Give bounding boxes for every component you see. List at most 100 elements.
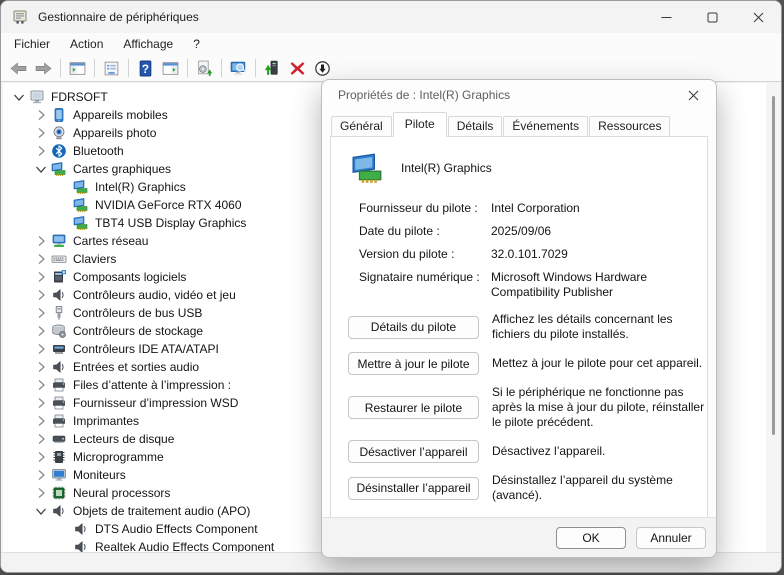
tree-item-label: Appareils photo	[73, 126, 156, 140]
back-arrow-icon	[10, 60, 27, 77]
toolbar-properties-button[interactable]	[99, 57, 124, 80]
toolbar-search-computer-button[interactable]	[226, 57, 251, 80]
update-driver-button[interactable]: Mettre à jour le pilote	[348, 352, 479, 375]
minimize-icon	[661, 12, 672, 23]
chevron-down-icon[interactable]	[11, 89, 27, 105]
chevron-down-icon[interactable]	[33, 503, 49, 519]
keyboard-icon	[51, 251, 67, 267]
window-title: Gestionnaire de périphériques	[38, 10, 199, 24]
svg-text:?: ?	[142, 62, 149, 75]
toolbar-forward-button[interactable]	[31, 57, 56, 80]
action-description: Désactivez l’appareil.	[492, 444, 707, 459]
driver-action-row: Désactiver l’appareil Désactivez l’appare…	[348, 440, 707, 463]
tree-indent-spacer	[55, 539, 71, 552]
usb-icon	[51, 305, 67, 321]
toolbar-help-button[interactable]: ?	[133, 57, 158, 80]
disable-icon	[314, 60, 331, 77]
field-label: Date du pilote :	[359, 224, 491, 239]
minimize-button[interactable]	[643, 1, 689, 33]
titlebar[interactable]: Gestionnaire de périphériques	[1, 1, 781, 33]
chevron-right-icon[interactable]	[33, 143, 49, 159]
chevron-right-icon[interactable]	[33, 377, 49, 393]
driver-field-row: Signataire numérique :Microsoft Windows …	[359, 270, 707, 300]
tree-item-label: Files d’attente à l’impression :	[73, 378, 231, 392]
toolbar-scan-hardware-changes-button[interactable]	[192, 57, 217, 80]
driver-action-row: Restaurer le piloteSi le périphérique ne…	[348, 385, 707, 430]
close-button[interactable]	[735, 1, 781, 33]
action-pane-icon	[162, 60, 179, 77]
printer-icon	[51, 377, 67, 393]
dialog-close-button[interactable]	[677, 84, 709, 107]
chevron-right-icon[interactable]	[33, 467, 49, 483]
driver-action-row: Mettre à jour le piloteMettez à jour le …	[348, 352, 707, 375]
dialog-titlebar[interactable]: Propriétés de : Intel(R) Graphics	[322, 80, 716, 110]
toolbar-show-console-tree-button[interactable]	[65, 57, 90, 80]
chevron-right-icon[interactable]	[33, 395, 49, 411]
tree-indent-spacer	[55, 179, 71, 195]
printer-icon	[51, 395, 67, 411]
toolbar-back-button[interactable]	[6, 57, 31, 80]
tab-details[interactable]: Détails	[448, 116, 503, 136]
tree-item-label: Fournisseur d’impression WSD	[73, 396, 238, 410]
tab-ressources[interactable]: Ressources	[589, 116, 670, 136]
roll-back-driver-button[interactable]: Restaurer le pilote	[348, 396, 479, 419]
storage-icon	[51, 323, 67, 339]
toolbar-disable-device-button[interactable]	[310, 57, 335, 80]
forward-arrow-icon	[35, 60, 52, 77]
tree-item-label: Contrôleurs de stockage	[73, 324, 203, 338]
uninstall-icon	[289, 60, 306, 77]
tree-indent-spacer	[55, 197, 71, 213]
chevron-right-icon[interactable]	[33, 107, 49, 123]
uninstall-device-button[interactable]: Désinstaller l’appareil	[348, 477, 479, 500]
bluetooth-icon	[51, 143, 67, 159]
toolbar-separator	[128, 59, 129, 77]
toolbar-uninstall-device-button[interactable]	[285, 57, 310, 80]
chevron-right-icon[interactable]	[33, 269, 49, 285]
tree-indent-spacer	[55, 521, 71, 537]
menu-affichage[interactable]: Affichage	[113, 35, 183, 53]
menu-aide[interactable]: ?	[183, 35, 210, 53]
tree-item-label: Realtek Audio Effects Component	[95, 540, 274, 552]
speaker-icon	[73, 521, 89, 537]
chevron-right-icon[interactable]	[33, 233, 49, 249]
chevron-right-icon[interactable]	[33, 449, 49, 465]
chevron-right-icon[interactable]	[33, 125, 49, 141]
tree-item-label: Entrées et sorties audio	[73, 360, 199, 374]
chevron-right-icon[interactable]	[33, 341, 49, 357]
tab-evenements[interactable]: Événements	[503, 116, 588, 136]
toolbar-show-action-pane-button[interactable]	[158, 57, 183, 80]
gpu-icon	[351, 151, 385, 185]
tab-general[interactable]: Général	[331, 116, 392, 136]
npu-icon	[51, 485, 67, 501]
chevron-right-icon[interactable]	[33, 287, 49, 303]
chevron-right-icon[interactable]	[33, 431, 49, 447]
maximize-button[interactable]	[689, 1, 735, 33]
tree-item-label: DTS Audio Effects Component	[95, 522, 258, 536]
network-icon	[51, 233, 67, 249]
toolbar-separator	[255, 59, 256, 77]
disable-device-button[interactable]: Désactiver l’appareil	[348, 440, 479, 463]
menu-fichier[interactable]: Fichier	[4, 35, 60, 53]
driver-details-button[interactable]: Détails du pilote	[348, 316, 479, 339]
toolbar-separator	[187, 59, 188, 77]
chevron-down-icon[interactable]	[33, 161, 49, 177]
ok-button[interactable]: OK	[556, 527, 626, 549]
chevron-right-icon[interactable]	[33, 305, 49, 321]
menu-action[interactable]: Action	[60, 35, 113, 53]
chevron-right-icon[interactable]	[33, 485, 49, 501]
field-value: 32.0.101.7029	[491, 247, 707, 262]
tree-scrollbar[interactable]	[766, 83, 780, 552]
speaker-icon	[51, 359, 67, 375]
chevron-right-icon[interactable]	[33, 359, 49, 375]
toolbar: ?	[1, 55, 781, 82]
chevron-right-icon[interactable]	[33, 323, 49, 339]
cancel-button[interactable]: Annuler	[636, 527, 706, 549]
tree-item-label: Neural processors	[73, 486, 170, 500]
tab-pilote[interactable]: Pilote	[393, 112, 447, 137]
chevron-right-icon[interactable]	[33, 251, 49, 267]
toolbar-update-driver-button[interactable]	[260, 57, 285, 80]
driver-fields: Fournisseur du pilote :Intel Corporation…	[359, 201, 707, 300]
chevron-right-icon[interactable]	[33, 413, 49, 429]
tree-item-label: Objets de traitement audio (APO)	[73, 504, 250, 518]
tree-scrollbar-thumb[interactable]	[772, 96, 775, 435]
